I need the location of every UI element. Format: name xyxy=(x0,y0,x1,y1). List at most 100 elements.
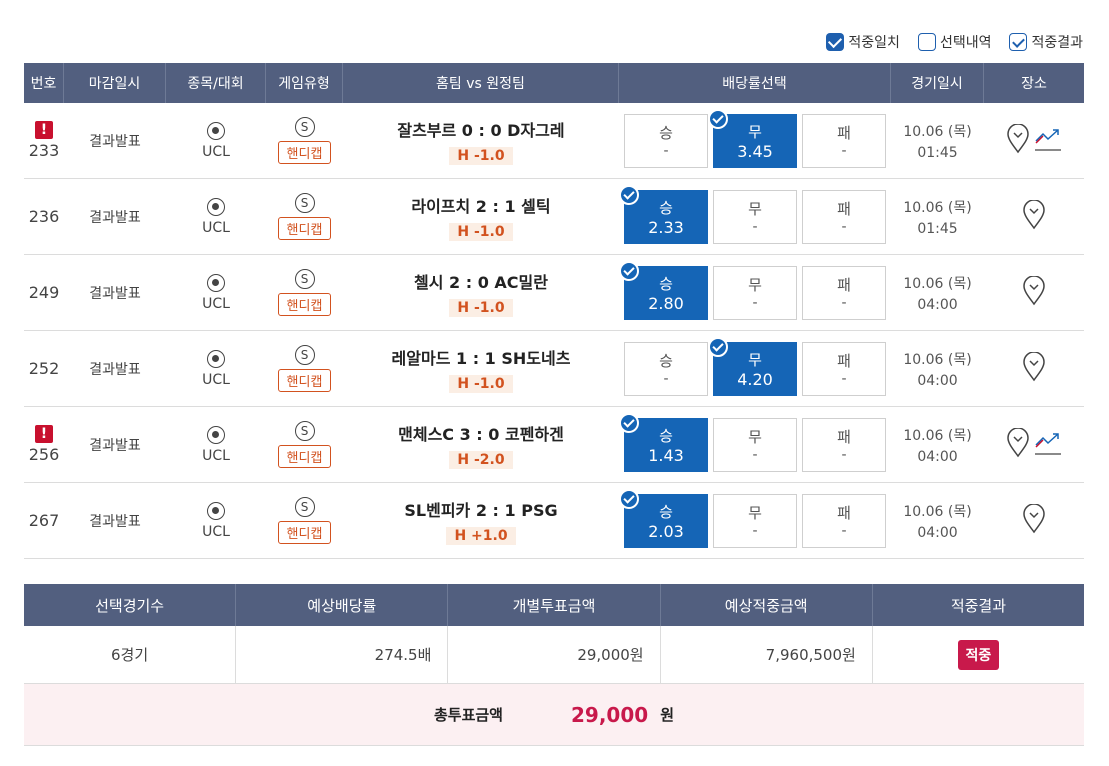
odds-label: 승 xyxy=(659,352,673,370)
summary-table: 선택경기수 예상배당률 개별투표금액 예상적중금액 적중결과 6경기 274.5… xyxy=(24,584,1084,746)
summary-values: 6경기 274.5배 29,000원 7,960,500원 적중 xyxy=(24,626,1084,684)
summary-bet: 29,000원 xyxy=(448,626,661,683)
odds-option[interactable]: 무 - xyxy=(713,417,797,472)
handicap-type-badge: 핸디캡 xyxy=(277,141,332,164)
league: UCL xyxy=(202,219,230,236)
odds-label: 무 xyxy=(748,276,762,294)
game-time: 01:45 xyxy=(917,220,958,237)
location-pin-icon[interactable] xyxy=(1022,274,1046,310)
odds-option[interactable]: 무 3.45 xyxy=(708,108,797,168)
odds-option[interactable]: 승 - xyxy=(624,113,708,168)
game-date: 10.06 (목) xyxy=(903,275,972,292)
summary-expected: 7,960,500원 xyxy=(661,626,873,683)
game-number-cell: ! 233 xyxy=(24,103,64,178)
league: UCL xyxy=(202,295,230,312)
header-teams: 홈팀 vs 원정팀 xyxy=(343,63,619,103)
game-number-cell: ! 256 xyxy=(24,407,64,482)
odds-option[interactable]: 패 - xyxy=(802,113,886,168)
trend-chart-icon[interactable] xyxy=(1034,429,1062,461)
odds-option[interactable]: 무 4.20 xyxy=(708,336,797,396)
summary-result-cell: 적중 xyxy=(873,626,1084,683)
summary-games: 6경기 xyxy=(24,626,237,683)
odds-value: - xyxy=(663,371,669,387)
handicap-type-badge: 핸디캡 xyxy=(277,521,332,544)
odds-option[interactable]: 승 2.80 xyxy=(619,260,708,320)
odds-option[interactable]: 승 2.03 xyxy=(619,488,708,548)
header-sport: 종목/대회 xyxy=(166,63,266,103)
soccer-ball-icon xyxy=(207,349,225,368)
summary-header-bet: 개별투표금액 xyxy=(448,584,661,626)
game-number-cell: 252 xyxy=(24,331,64,406)
odds-value: - xyxy=(752,219,758,235)
odds-value: - xyxy=(841,219,847,235)
match-cell: 라이프치 2 : 1 셀틱 H -1.0 xyxy=(343,179,619,254)
handicap-type-badge: 핸디캡 xyxy=(277,369,332,392)
check-icon xyxy=(619,260,639,281)
odds-label: 무 xyxy=(748,350,762,369)
odds-value: 1.43 xyxy=(648,445,684,465)
odds-option[interactable]: 패 - xyxy=(802,265,886,320)
location-pin-icon[interactable] xyxy=(1022,502,1046,538)
odds-value: - xyxy=(752,295,758,311)
odds-label: 승 xyxy=(659,274,673,293)
location-pin-icon[interactable] xyxy=(1006,122,1030,158)
game-type-cell: S 핸디캡 xyxy=(266,179,343,254)
table-row: ! 233 결과발표 UCL S 핸디캡 잘츠부르 0 : 0 D자그레 H -… xyxy=(24,103,1084,179)
special-s-icon: S xyxy=(294,345,315,365)
hit-badge: 적중 xyxy=(957,639,1000,670)
odds-label: 패 xyxy=(837,352,851,370)
odds-option[interactable]: 승 2.33 xyxy=(619,184,708,244)
deadline: 결과발표 xyxy=(89,209,141,226)
odds-cell: 승 - 무 4.20 패 - xyxy=(619,331,891,406)
header-date: 경기일시 xyxy=(891,63,984,103)
odds-option[interactable]: 승 1.43 xyxy=(619,412,708,472)
odds-option[interactable]: 무 - xyxy=(713,493,797,548)
filter-label: 적중일치 xyxy=(848,35,900,51)
trend-chart-icon[interactable] xyxy=(1034,125,1062,157)
odds-option[interactable]: 승 - xyxy=(624,341,708,396)
sport-cell: UCL xyxy=(166,179,266,254)
alert-icon: ! xyxy=(35,121,53,139)
checkbox-unchecked-icon[interactable] xyxy=(917,33,936,51)
table-row: 252 결과발표 UCL S 핸디캡 레알마드 1 : 1 SH도네츠 H -1… xyxy=(24,331,1084,407)
place-cell xyxy=(984,483,1084,558)
odds-value: 3.45 xyxy=(737,141,773,161)
odds-label: 무 xyxy=(748,428,762,446)
odds-label: 패 xyxy=(837,428,851,446)
checkbox-checked-icon[interactable] xyxy=(826,33,845,51)
special-s-icon: S xyxy=(294,269,315,289)
place-cell xyxy=(984,179,1084,254)
special-s-icon: S xyxy=(294,421,315,441)
location-pin-icon[interactable] xyxy=(1022,350,1046,386)
odds-value: - xyxy=(841,523,847,539)
odds-value: - xyxy=(841,295,847,311)
odds-option[interactable]: 패 - xyxy=(802,417,886,472)
odds-option[interactable]: 패 - xyxy=(802,189,886,244)
game-time: 04:00 xyxy=(917,372,958,389)
location-pin-icon[interactable] xyxy=(1022,198,1046,234)
summary-header: 선택경기수 예상배당률 개별투표금액 예상적중금액 적중결과 xyxy=(24,584,1084,626)
handicap-value: H -1.0 xyxy=(449,298,513,317)
odds-value: 4.20 xyxy=(737,369,773,389)
deadline: 결과발표 xyxy=(89,133,141,150)
odds-option[interactable]: 무 - xyxy=(713,189,797,244)
filter-hit-result[interactable]: 적중결과 xyxy=(1009,32,1083,52)
game-type-cell: S 핸디캡 xyxy=(266,407,343,482)
special-s-icon: S xyxy=(294,117,315,137)
game-number: 233 xyxy=(28,141,60,160)
checkbox-checked-icon[interactable] xyxy=(1009,33,1028,51)
odds-label: 승 xyxy=(659,502,673,521)
game-time: 01:45 xyxy=(917,144,958,161)
header-place: 장소 xyxy=(1021,76,1047,92)
location-pin-icon[interactable] xyxy=(1006,426,1030,462)
odds-option[interactable]: 패 - xyxy=(802,341,886,396)
header-deadline: 마감일시 xyxy=(64,63,166,103)
sport-cell: UCL xyxy=(166,331,266,406)
filter-selection[interactable]: 선택내역 xyxy=(917,32,991,52)
filter-hit-match[interactable]: 적중일치 xyxy=(826,32,900,52)
handicap-value: H -2.0 xyxy=(449,450,513,469)
handicap-value: H -1.0 xyxy=(449,222,513,241)
match-cell: SL벤피카 2 : 1 PSG H +1.0 xyxy=(343,483,619,558)
odds-option[interactable]: 패 - xyxy=(802,493,886,548)
odds-option[interactable]: 무 - xyxy=(713,265,797,320)
